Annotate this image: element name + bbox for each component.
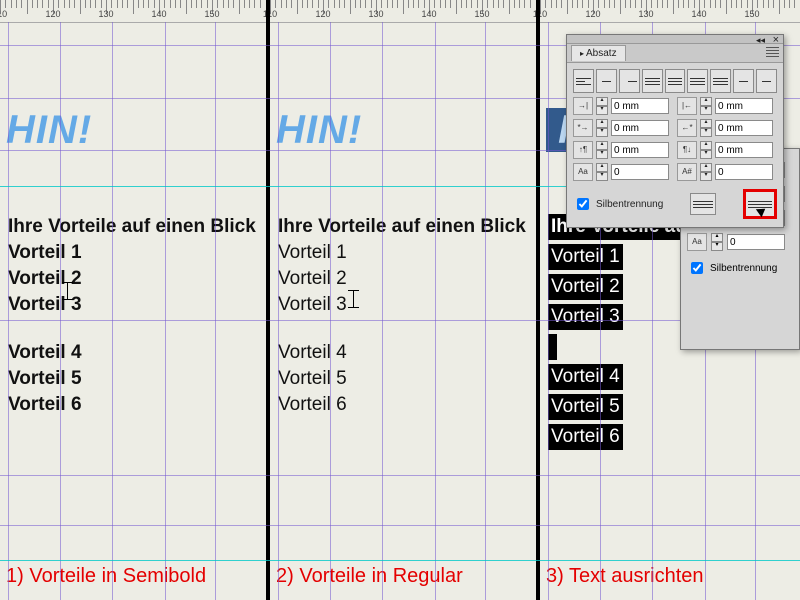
right-indent-field[interactable] [715,98,773,114]
list-item: Vorteil 4 [8,340,256,366]
field[interactable] [727,234,785,250]
guide [0,525,800,526]
list-item: Vorteil 5 [548,394,623,420]
space-after-field[interactable] [715,142,773,158]
last-line-indent-icon: ←* [677,119,697,137]
guide [0,475,800,476]
caption: 1) Vorteile in Semibold [6,565,206,588]
headline: HIN! [6,108,92,153]
indent-icon: Aa [687,233,707,251]
stepper[interactable]: ▴▾ [596,141,608,159]
list-item: Vorteil 2 [548,274,623,300]
left-indent-field[interactable] [611,98,669,114]
stepper[interactable]: ▴▾ [596,97,608,115]
pane-regular: 110120130140150 HIN! Ihre Vorteile auf e… [270,0,536,600]
guide-baseline [0,560,800,561]
list-item: Vorteil 1 [548,244,623,270]
hyphenation-checkbox[interactable] [691,262,703,274]
list-heading: Ihre Vorteile auf einen Blick [278,214,526,240]
align-right-button[interactable] [619,69,640,93]
pane-semibold: 110120130140150 HIN! Ihre Vorteile auf e… [0,0,266,600]
copy-list-selected[interactable]: Ihre Vorteile auf Vorteil 1 Vorteil 2 Vo… [548,214,696,454]
list-item: Vorteil 6 [8,392,256,418]
stepper[interactable]: ▴▾ [700,97,712,115]
dropcap-chars-icon: A# [677,163,697,181]
list-item: Vorteil 1 [8,240,256,266]
copy-list[interactable]: Ihre Vorteile auf einen Blick Vorteil 1 … [8,214,256,418]
no-baseline-grid-button[interactable] [690,193,716,215]
list-item: Vorteil 6 [548,424,623,450]
copy-list[interactable]: Ihre Vorteile auf einen Blick Vorteil 1 … [278,214,526,418]
space-after-icon: ¶↓ [677,141,697,159]
first-line-indent-field[interactable] [611,120,669,136]
stepper[interactable]: ▴▾ [711,233,723,251]
last-line-indent-field[interactable] [715,120,773,136]
hyphenation-label: Silbentrennung [596,199,663,210]
justify-all-button[interactable] [710,69,731,93]
align-button-row [573,69,777,93]
stepper[interactable]: ▴▾ [700,119,712,137]
list-item: Vorteil 2 [8,266,256,292]
ruler: 110120130140150 [0,0,266,23]
dropcap-chars-field[interactable] [715,164,773,180]
left-indent-icon: →| [573,97,593,115]
list-item: Vorteil 4 [548,364,623,390]
list-item: Vorteil 3 [548,304,623,330]
pane-divider [536,0,540,600]
headline: HIN! [276,108,362,153]
paragraph-panel[interactable]: ◂◂ × ▸Absatz →|▴▾ |←▴▾ *→▴▾ ←*▴▾ ↑¶▴▾ ¶↓ [566,34,784,228]
align-away-spine-button[interactable] [756,69,777,93]
caption: 3) Text ausrichten [546,565,704,588]
space-before-field[interactable] [611,142,669,158]
align-center-button[interactable] [596,69,617,93]
stepper[interactable]: ▴▾ [596,119,608,137]
list-item: Vorteil 5 [278,366,526,392]
justify-center-button[interactable] [665,69,686,93]
list-item: Vorteil 3 [8,292,256,318]
panel-tab-absatz[interactable]: ▸Absatz [571,45,626,61]
right-indent-icon: |← [677,97,697,115]
list-item: Vorteil 2 [278,266,526,292]
ruler: 110120130140150 [270,0,536,23]
stepper[interactable]: ▴▾ [700,163,712,181]
stepper[interactable]: ▴▾ [700,141,712,159]
hyphenation-label: Silbentrennung [710,263,777,274]
dropcap-lines-icon: Aa [573,163,593,181]
stepper[interactable]: ▴▾ [596,163,608,181]
list-item: Vorteil 4 [278,340,526,366]
hyphenation-checkbox[interactable] [577,198,589,210]
ruler: 110120130140150 [540,0,800,23]
list-item: Vorteil 3 [278,292,526,318]
space-before-icon: ↑¶ [573,141,593,159]
dropcap-lines-field[interactable] [611,164,669,180]
list-item: Vorteil 5 [8,366,256,392]
list-item: Vorteil 6 [278,392,526,418]
justify-right-button[interactable] [687,69,708,93]
list-heading: Ihre Vorteile auf einen Blick [8,214,256,240]
justify-left-button[interactable] [642,69,663,93]
list-item: Vorteil 1 [278,240,526,266]
first-line-indent-icon: *→ [573,119,593,137]
panel-menu-icon[interactable] [766,47,779,58]
pane-divider [266,0,270,600]
align-toward-spine-button[interactable] [733,69,754,93]
align-to-baseline-grid-button[interactable] [743,189,777,219]
align-left-button[interactable] [573,69,594,93]
panel-drag-handle[interactable]: ◂◂ × [567,35,783,44]
